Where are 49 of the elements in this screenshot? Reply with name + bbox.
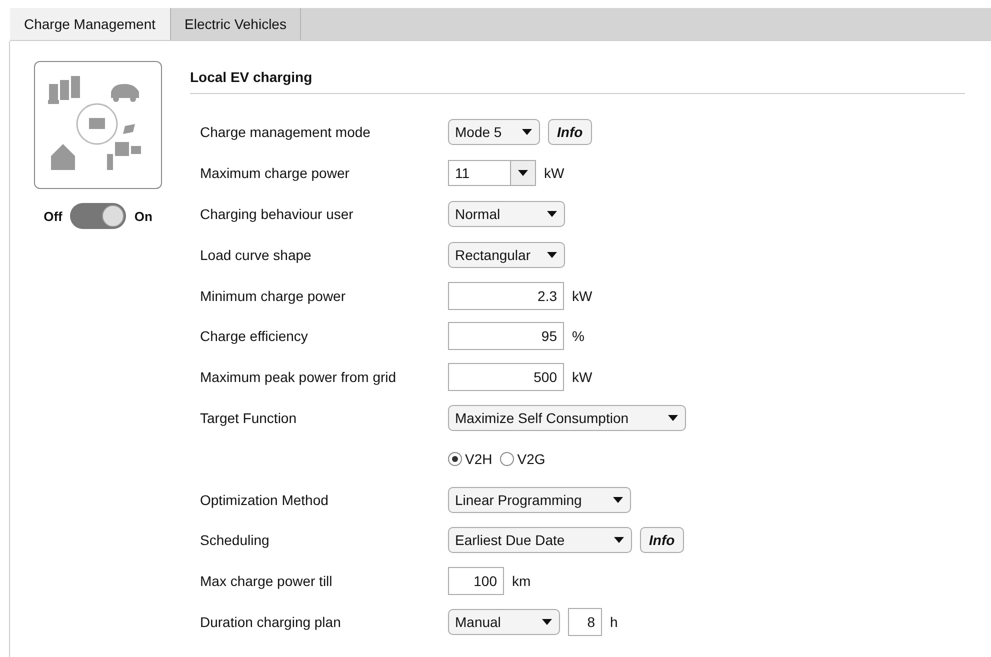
field-label: Load curve shape: [200, 246, 312, 263]
radio-option[interactable]: V2H: [448, 450, 492, 467]
field-label: Maximum charge power: [200, 165, 350, 182]
unit-label: kW: [572, 369, 592, 386]
caret-icon: [517, 169, 529, 178]
dropdown[interactable]: Maximize Self Consumption: [448, 404, 686, 431]
caret-icon: [541, 618, 553, 626]
dropdown[interactable]: Normal: [448, 200, 565, 227]
dropdown[interactable]: Earliest Due Date: [448, 527, 632, 554]
number-field[interactable]: 100: [448, 567, 504, 596]
unit-label: kW: [572, 288, 592, 304]
radio-option[interactable]: V2G: [500, 450, 546, 467]
tab[interactable]: Charge Management: [10, 8, 171, 40]
dropdown[interactable]: Manual: [448, 608, 560, 635]
unit-label: km: [512, 573, 531, 590]
unit-label: h: [610, 614, 618, 630]
number-field[interactable]: 500: [448, 363, 564, 392]
on-label: On: [134, 208, 152, 224]
caret-icon: [521, 128, 533, 136]
field-label: Duration charging plan: [200, 614, 341, 630]
section-title: Local EV charging: [190, 69, 312, 85]
caret-icon: [667, 414, 679, 422]
toggle-switch[interactable]: [70, 203, 126, 229]
caret-icon: [546, 250, 558, 259]
caret-icon: [546, 210, 558, 218]
field-label: Max charge power till: [200, 573, 332, 590]
number-field[interactable]: 8: [568, 608, 602, 636]
dropdown[interactable]: Linear Programming: [448, 486, 631, 513]
unit-label: %: [572, 328, 584, 344]
dropdown-button[interactable]: [510, 160, 536, 186]
field-label: Minimum charge power: [200, 288, 346, 304]
field-label: Charging behaviour user: [200, 206, 354, 222]
dropdown[interactable]: Mode 5: [448, 119, 540, 146]
field-label: Target Function: [200, 410, 296, 426]
field-label: Charge management mode: [200, 124, 370, 140]
unit-label: kW: [544, 165, 564, 182]
field-label: Charge efficiency: [200, 328, 308, 344]
info-button[interactable]: Info: [548, 119, 592, 146]
field-label: Scheduling: [200, 532, 270, 548]
number-field[interactable]: 2.3: [448, 282, 564, 310]
caret-icon: [613, 536, 625, 544]
number-field[interactable]: 95: [448, 322, 564, 350]
off-label: Off: [44, 208, 62, 224]
caret-icon: [612, 496, 624, 504]
field-label: Optimization Method: [200, 492, 328, 508]
info-button[interactable]: Info: [640, 527, 684, 554]
input-field[interactable]: 11: [448, 160, 510, 186]
field-label: Maximum peak power from grid: [200, 369, 396, 386]
dropdown[interactable]: Rectangular: [448, 242, 565, 268]
